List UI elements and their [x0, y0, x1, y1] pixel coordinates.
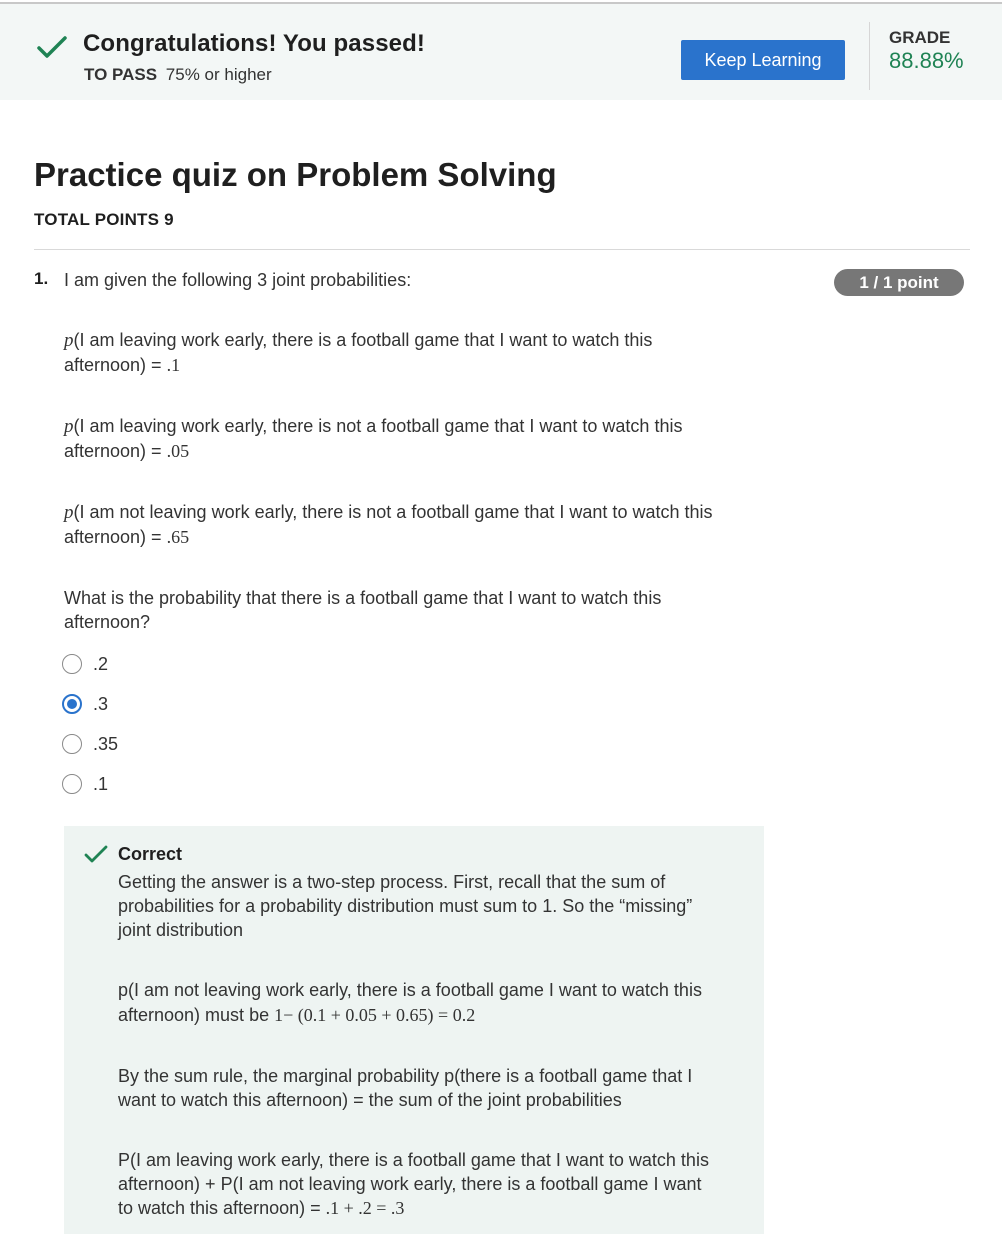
answer-option-4[interactable]: .1	[62, 773, 108, 795]
grade-value: 88.88%	[889, 48, 964, 73]
joint-probability-value: .1	[166, 355, 181, 375]
feedback-paragraph-1: Getting the answer is a two-step process…	[118, 870, 748, 942]
pass-title: Congratulations! You passed!	[83, 30, 425, 57]
joint-probability-3: p(I am not leaving work early, there is …	[64, 500, 764, 550]
feedback-paragraph-3: By the sum rule, the marginal probabilit…	[118, 1064, 748, 1112]
option-label: .1	[93, 773, 109, 794]
to-pass-value: 75% or higher	[165, 65, 272, 84]
radio-button[interactable]	[62, 774, 82, 794]
p-symbol: p	[64, 502, 74, 523]
total-points: TOTAL POINTS 9	[34, 210, 174, 229]
radio-button[interactable]	[62, 654, 82, 674]
feedback-line: probabilities for a probability distribu…	[118, 896, 693, 916]
feedback-math: 1− (0.1 + 0.05 + 0.65) = 0.2	[274, 1005, 476, 1025]
joint-probability-text: (I am not leaving work early, there is n…	[73, 502, 713, 522]
feedback-line: afternoon) must be	[118, 1005, 275, 1025]
page-title: Practice quiz on Problem Solving	[34, 156, 557, 193]
question-ask-line: afternoon?	[64, 612, 151, 632]
feedback-line: p(I am not leaving work early, there is …	[118, 980, 702, 1000]
joint-probability-text: afternoon) =	[64, 355, 167, 375]
p-symbol: p	[64, 416, 74, 437]
to-pass-label: TO PASS	[84, 65, 158, 84]
result-banner: Congratulations! You passed! TO PASS 75%…	[0, 4, 1002, 100]
option-label: .3	[93, 693, 109, 714]
option-label: .2	[93, 653, 109, 674]
feedback-math: .1 + .2 = .3	[325, 1198, 405, 1218]
check-icon	[37, 36, 67, 58]
radio-button[interactable]	[62, 734, 82, 754]
feedback-paragraph-2: p(I am not leaving work early, there is …	[118, 978, 748, 1028]
answer-option-2[interactable]: .3	[62, 693, 108, 715]
joint-probability-2: p(I am leaving work early, there is not …	[64, 414, 764, 464]
joint-probability-text: (I am leaving work early, there is a foo…	[73, 330, 653, 350]
divider	[34, 249, 970, 250]
feedback-panel: Correct Getting the answer is a two-step…	[64, 826, 764, 1234]
joint-probability-text: (I am leaving work early, there is not a…	[73, 416, 683, 436]
grade-label: GRADE	[889, 28, 951, 47]
joint-probability-value: .05	[166, 441, 190, 461]
p-symbol: p	[64, 330, 74, 351]
joint-probability-value: .65	[166, 527, 190, 547]
feedback-line: afternoon) + P(I am not leaving work ear…	[118, 1174, 702, 1194]
feedback-line: joint distribution	[118, 920, 244, 940]
joint-probability-text: afternoon) =	[64, 441, 167, 461]
question-prompt: I am given the following 3 joint probabi…	[64, 270, 412, 290]
feedback-paragraph-4: P(I am leaving work early, there is a fo…	[118, 1148, 748, 1220]
joint-probability-text: afternoon) =	[64, 527, 167, 547]
question-ask-line: What is the probability that there is a …	[64, 588, 662, 608]
check-icon	[84, 845, 108, 863]
feedback-line: By the sum rule, the marginal probabilit…	[118, 1066, 693, 1086]
grade-divider	[869, 22, 870, 90]
feedback-line: to watch this afternoon) =	[118, 1198, 326, 1218]
points-badge: 1 / 1 point	[834, 269, 964, 296]
option-label: .35	[93, 733, 119, 754]
keep-learning-button[interactable]: Keep Learning	[681, 40, 845, 80]
question-number: 1.	[34, 269, 49, 288]
feedback-line: P(I am leaving work early, there is a fo…	[118, 1150, 709, 1170]
feedback-line: Getting the answer is a two-step process…	[118, 872, 666, 892]
answer-option-1[interactable]: .2	[62, 653, 108, 675]
question-ask: What is the probability that there is a …	[64, 586, 764, 634]
joint-probability-1: p(I am leaving work early, there is a fo…	[64, 328, 764, 378]
to-pass-info: TO PASS 75% or higher	[84, 65, 272, 85]
radio-button-selected[interactable]	[62, 694, 82, 714]
feedback-title: Correct	[118, 844, 183, 864]
feedback-line: want to watch this afternoon) = the sum …	[118, 1090, 622, 1110]
answer-option-3[interactable]: .35	[62, 733, 118, 755]
